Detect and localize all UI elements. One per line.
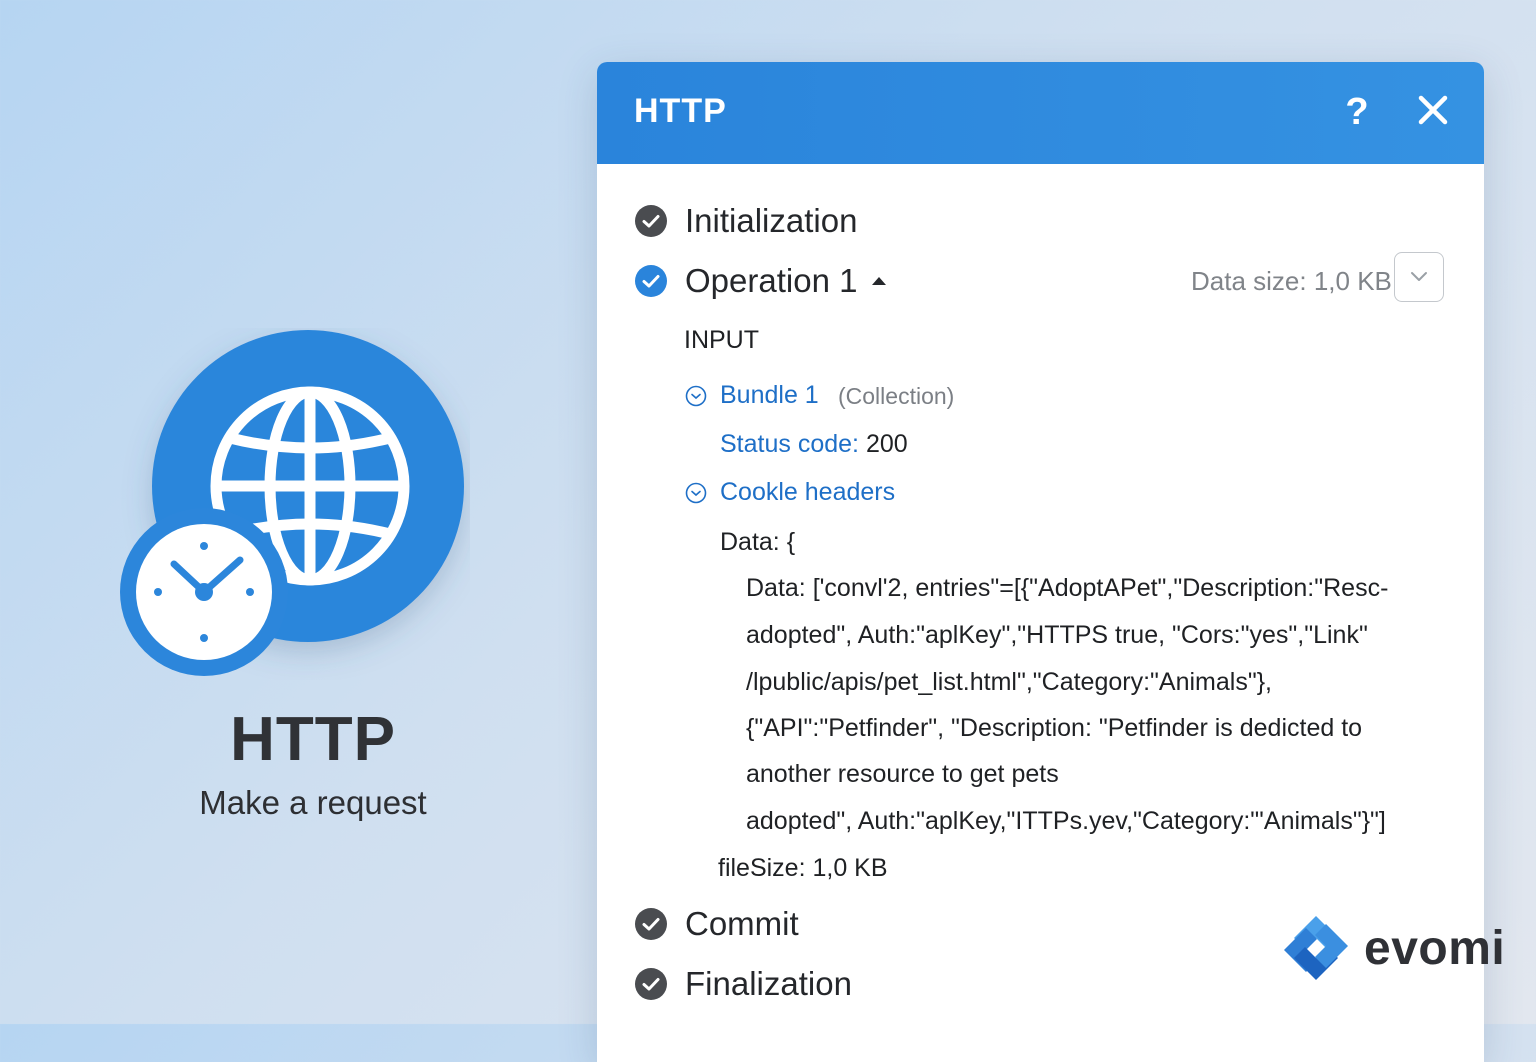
collapse-toggle-icon[interactable] (685, 482, 707, 504)
evomi-brand: evomi (1364, 921, 1506, 975)
data-line: Data: ['convl'2, entries"=[{"AdoptAPet",… (746, 574, 1389, 602)
data-line: another resource to get pets (746, 760, 1059, 788)
app-subtitle: Make a request (199, 784, 427, 821)
step-finalization[interactable]: Finalization (635, 965, 852, 1003)
data-open: Data: { (720, 528, 796, 556)
evomi-logo-icon (1284, 916, 1348, 980)
caret-up-icon[interactable] (871, 275, 887, 287)
close-button[interactable] (1415, 92, 1451, 128)
panel-header: HTTP ? (597, 62, 1484, 164)
http-app-icon (118, 328, 470, 680)
file-size: fileSize: 1,0 KB (718, 854, 888, 882)
status-code-value: 200 (865, 430, 908, 458)
panel-title: HTTP (634, 92, 727, 130)
check-circle-icon (635, 968, 667, 1000)
cookie-headers-label[interactable]: Cookle headers (720, 478, 895, 507)
status-code-row: Status code: 200 (720, 430, 908, 459)
data-line: {"API":"Petfinder", "Description: "Petfi… (746, 714, 1363, 742)
step-operation-1[interactable]: Operation 1 (635, 262, 887, 300)
check-circle-icon (635, 205, 667, 237)
step-commit[interactable]: Commit (635, 905, 799, 943)
expand-dropdown-button[interactable] (1394, 252, 1444, 302)
collapse-toggle-icon[interactable] (685, 385, 707, 407)
step-initialization[interactable]: Initialization (635, 202, 857, 240)
chevron-down-icon (1411, 272, 1427, 281)
bundle-label[interactable]: Bundle 1 (720, 381, 819, 410)
help-button[interactable]: ? (1337, 86, 1377, 138)
step-label: Operation 1 (685, 262, 858, 299)
close-icon (1418, 95, 1448, 125)
check-circle-icon (635, 908, 667, 940)
bundle-type: (Collection) (838, 383, 955, 409)
clock-icon (120, 508, 288, 676)
data-line: /lpublic/apis/pet_list.html","Category:"… (746, 668, 1273, 696)
step-label: Initialization (685, 202, 858, 239)
evomi-logo: evomi (1280, 912, 1505, 984)
data-line: adopted", Auth:"aplKey,"ITTPs.yev,"Categ… (746, 807, 1386, 835)
step-label: Commit (685, 905, 799, 942)
data-size: Data size: 1,0 KB (1191, 266, 1392, 296)
input-heading: INPUT (684, 326, 759, 354)
app-name: HTTP (230, 705, 396, 774)
step-label: Finalization (685, 965, 852, 1002)
data-line: adopted", Auth:"aplKey","HTTPS true, "Co… (746, 621, 1368, 649)
status-code-key: Status code: (720, 430, 859, 458)
check-circle-icon (635, 265, 667, 297)
